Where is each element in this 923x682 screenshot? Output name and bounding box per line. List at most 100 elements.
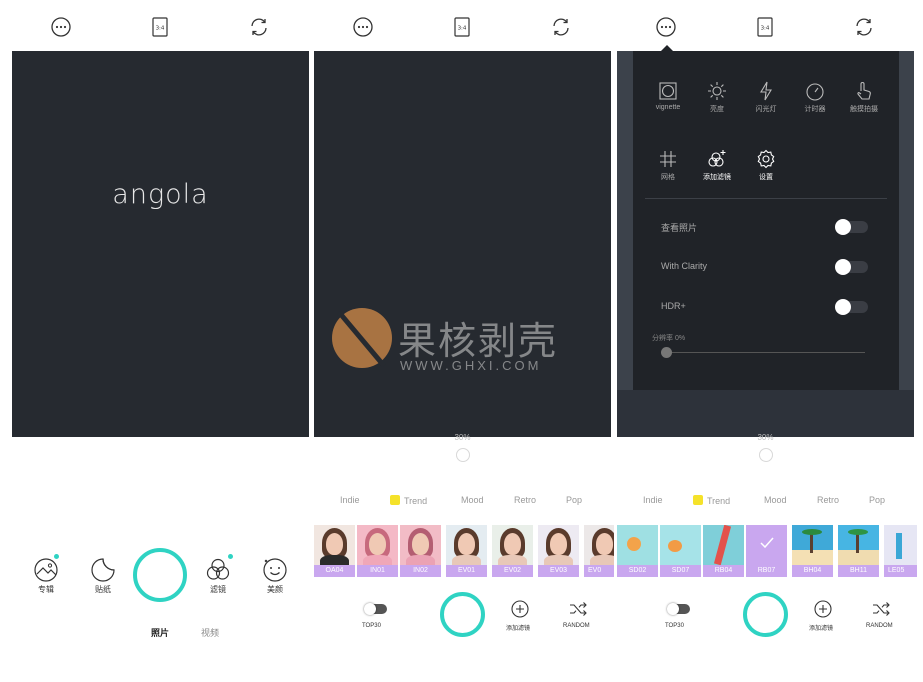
brightness-button[interactable]: 亮度	[694, 81, 740, 114]
filter-thumb[interactable]: RB04	[703, 525, 744, 577]
mode-photo[interactable]: 照片	[151, 626, 169, 639]
trend-badge-icon	[390, 495, 400, 505]
album-badge	[54, 554, 59, 559]
screen-filter-trend: 3:4 30% Indie Trend Mood Retro Pop OA04 …	[311, 0, 614, 682]
aspect-ratio-icon[interactable]: 3:4	[754, 16, 776, 38]
vignette-button[interactable]: vignette	[645, 81, 691, 111]
shutter-button[interactable]	[440, 592, 485, 637]
more-options-icon[interactable]	[50, 16, 72, 38]
timer-button[interactable]: 计时器	[792, 81, 838, 114]
viewfinder[interactable]	[314, 51, 611, 437]
viewfinder[interactable]: angola	[12, 51, 309, 437]
switch-camera-icon[interactable]	[550, 16, 572, 38]
vignette-label: vignette	[655, 104, 681, 111]
tab-trend-label: Trend	[707, 496, 731, 506]
random-label: RANDOM	[866, 623, 893, 629]
album-icon	[34, 558, 58, 582]
tab-trend[interactable]: Trend	[693, 495, 730, 506]
view-photo-toggle[interactable]	[835, 219, 868, 235]
resolution-slider-knob[interactable]	[661, 347, 672, 358]
settings-popup: vignette 亮度 闪光灯 计时器 触摸拍摄 网格 添加滤镜 设置 查看照片…	[633, 51, 899, 390]
shutter-button[interactable]	[133, 548, 187, 602]
tab-mood[interactable]: Mood	[461, 495, 484, 505]
beauty-icon	[263, 558, 287, 582]
more-options-icon[interactable]	[655, 16, 677, 38]
top30-toggle[interactable]	[667, 603, 690, 615]
switch-camera-icon[interactable]	[853, 16, 875, 38]
add-filter-button[interactable]	[511, 600, 529, 618]
filter-thumb[interactable]: BH11	[838, 525, 879, 577]
intensity-handle[interactable]	[455, 448, 470, 462]
hdr-toggle[interactable]	[835, 299, 868, 315]
beauty-button[interactable]: 美颜	[257, 557, 293, 595]
add-filter-button[interactable]	[814, 600, 832, 618]
aspect-ratio-icon[interactable]: 3:4	[451, 16, 473, 38]
tab-trend-label: Trend	[404, 496, 428, 506]
add-filter-setting-button[interactable]: 添加滤镜	[694, 149, 740, 182]
tab-pop[interactable]: Pop	[869, 495, 885, 505]
brightness-label: 亮度	[710, 106, 724, 113]
touch-shoot-button[interactable]: 触摸拍摄	[841, 81, 887, 114]
mode-video[interactable]: 视频	[201, 626, 219, 639]
view-photo-label: 查看照片	[661, 223, 698, 233]
timer-label: 计时器	[804, 106, 826, 113]
filter-name: EV03	[538, 565, 579, 577]
filter-thumb[interactable]: LE05	[884, 525, 917, 577]
filter-thumb[interactable]: EV03	[538, 525, 579, 577]
filter-thumb[interactable]: OA04	[314, 525, 355, 577]
filter-thumb[interactable]: SD07	[660, 525, 701, 577]
add-circle-icon	[814, 600, 832, 618]
filter-thumb[interactable]: EV01	[446, 525, 487, 577]
filter-thumb[interactable]: BH04	[792, 525, 833, 577]
flash-icon	[760, 81, 772, 101]
filter-thumb[interactable]: EV0	[584, 525, 614, 577]
tab-indie[interactable]: Indie	[643, 495, 663, 505]
filter-thumb[interactable]: SD02	[617, 525, 658, 577]
filter-thumb[interactable]: EV02	[492, 525, 533, 577]
resolution-label: 分辨率 0%	[652, 335, 686, 342]
clarity-label: With Clarity	[661, 261, 708, 271]
aspect-ratio-icon[interactable]: 3:4	[149, 16, 171, 38]
timer-icon	[806, 83, 824, 101]
grid-button[interactable]: 网格	[645, 149, 691, 182]
tab-retro[interactable]: Retro	[817, 495, 839, 505]
settings-button[interactable]: 设置	[743, 149, 789, 182]
top30-toggle[interactable]	[364, 603, 387, 615]
sticker-button[interactable]: 贴纸	[85, 557, 121, 595]
tab-retro[interactable]: Retro	[514, 495, 536, 505]
clarity-toggle[interactable]	[835, 259, 868, 275]
filter-icon	[206, 558, 230, 580]
tab-indie[interactable]: Indie	[340, 495, 360, 505]
grid-icon	[660, 151, 676, 167]
flash-button[interactable]: 闪光灯	[743, 81, 789, 114]
svg-text:3:4: 3:4	[156, 26, 165, 32]
more-options-icon[interactable]	[352, 16, 374, 38]
switch-camera-icon[interactable]	[248, 16, 270, 38]
tab-trend[interactable]: Trend	[390, 495, 427, 506]
filter-name: BH04	[792, 565, 833, 577]
filter-thumb-selected[interactable]: RB07	[746, 525, 787, 577]
shutter-button[interactable]	[743, 592, 788, 637]
popup-divider	[645, 198, 887, 199]
touch-shoot-label: 触摸拍摄	[850, 106, 878, 113]
filter-button[interactable]: 滤镜	[200, 557, 236, 595]
album-button[interactable]: 专辑	[28, 557, 64, 595]
add-circle-icon	[511, 600, 529, 618]
filter-label: 滤镜	[210, 585, 226, 594]
filter-name: IN01	[357, 565, 398, 577]
add-filter-label: 添加滤镜	[809, 626, 834, 632]
top-bar: 3:4	[311, 12, 614, 42]
svg-text:3:4: 3:4	[458, 26, 467, 32]
filter-thumb[interactable]: IN02	[400, 525, 441, 577]
filter-thumb[interactable]: IN01	[357, 525, 398, 577]
album-label: 专辑	[38, 585, 54, 594]
tab-mood[interactable]: Mood	[764, 495, 787, 505]
screen-camera-main: 3:4 angola 专辑 贴纸 滤镜 美颜 照片 视频	[9, 0, 312, 682]
tab-pop[interactable]: Pop	[566, 495, 582, 505]
brightness-icon	[708, 82, 726, 100]
random-button[interactable]	[569, 600, 587, 618]
check-icon	[760, 537, 774, 549]
random-button[interactable]	[872, 600, 890, 618]
intensity-handle[interactable]	[758, 448, 773, 462]
resolution-slider[interactable]	[661, 347, 865, 358]
